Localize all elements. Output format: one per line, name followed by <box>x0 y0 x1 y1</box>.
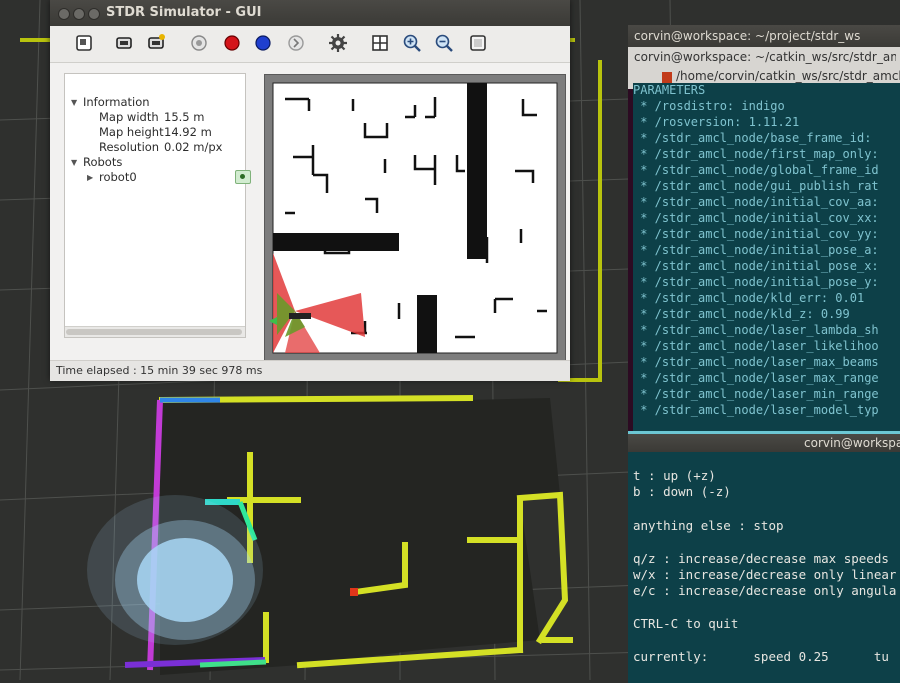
terminal-line: w/x : increase/decrease only linear <box>633 567 897 582</box>
terminal-line: * /stdr_amcl_node/initial_cov_yy: <box>633 227 879 241</box>
add-rfid-button[interactable] <box>187 32 211 54</box>
grid-icon <box>372 35 388 51</box>
terminal2-titlebar[interactable]: corvin@workspace <box>628 434 900 452</box>
tree-robots[interactable]: Robots <box>83 155 122 169</box>
amcl-particle-cloud <box>87 495 263 645</box>
terminal1-title: corvin@workspace: ~/project/stdr_ws <box>634 29 861 43</box>
window-titlebar[interactable]: STDR Simulator - GUI <box>50 0 570 26</box>
tree-information[interactable]: Information <box>83 95 150 109</box>
terminal-window-1[interactable]: corvin@workspace: ~/project/stdr_ws corv… <box>628 25 900 431</box>
terminal2-title: corvin@workspace <box>804 436 900 450</box>
add-thermal-source-button[interactable] <box>251 32 275 54</box>
terminal-line: * /stdr_amcl_node/laser_likelihoo <box>633 339 879 353</box>
terminal-line: CTRL-C to quit <box>633 616 739 631</box>
info-tree[interactable]: ▼ Information Map width 15.5 m Map heigh… <box>64 73 251 338</box>
add-robot-icon <box>116 37 132 49</box>
time-elapsed: Time elapsed : 15 min 39 sec 978 ms <box>56 364 263 377</box>
resolution-value: 0.02 m/px <box>164 140 223 154</box>
add-sound-source-button[interactable] <box>284 32 308 54</box>
terminal-line: t : up (+z) <box>633 468 716 483</box>
terminal-line: * /rosdistro: indigo <box>633 99 785 113</box>
terminal2-output[interactable]: t : up (+z) b : down (-z) anything else … <box>633 452 900 683</box>
terminal-line: * /stdr_amcl_node/kld_err: 0.01 <box>633 291 865 305</box>
load-map-icon <box>76 35 92 51</box>
add-robot-plus-button[interactable] <box>144 32 168 54</box>
zoom-out-button[interactable] <box>432 32 456 54</box>
fit-icon <box>470 35 486 51</box>
terminal-line: * /rosversion: 1.11.21 <box>633 115 800 129</box>
zoom-in-icon <box>403 34 421 52</box>
map-width-value: 15.5 m <box>164 110 205 124</box>
terminal-line: e/c : increase/decrease only angula <box>633 583 897 598</box>
terminal-line: anything else : stop <box>633 518 784 533</box>
terminal1-output[interactable]: PARAMETERS * /rosdistro: indigo * /rosve… <box>633 83 900 431</box>
terminal-line: * /stdr_amcl_node/base_frame_id: <box>633 131 879 145</box>
terminal-line: PARAMETERS <box>633 83 706 97</box>
load-map-button[interactable] <box>72 32 96 54</box>
resolution-label: Resolution <box>99 140 160 154</box>
settings-button[interactable] <box>326 32 350 54</box>
terminal-tab-1[interactable]: corvin@workspace: ~/catkin_ws/src/stdr_a… <box>634 50 896 69</box>
add-sound-icon <box>288 35 304 51</box>
stdr-toolbar <box>50 26 570 63</box>
tree-horizontal-scrollbar[interactable] <box>65 326 245 337</box>
visibility-eye-icon[interactable] <box>235 170 251 184</box>
terminal-line: b : down (-z) <box>633 484 731 499</box>
terminal-line: * /stdr_amcl_node/initial_pose_y: <box>633 275 879 289</box>
terminal-line: currently: speed 0.25 tu <box>633 649 889 664</box>
zoom-in-button[interactable] <box>400 32 424 54</box>
terminal-line: * /stdr_amcl_node/first_map_only: <box>633 147 879 161</box>
terminal-line: * /stdr_amcl_node/initial_pose_a: <box>633 243 879 257</box>
fit-view-button[interactable] <box>466 32 490 54</box>
add-thermal-icon <box>255 35 271 51</box>
terminal-window-2[interactable]: corvin@workspace t : up (+z) b : down (-… <box>628 431 900 683</box>
terminal-line: * /stdr_amcl_node/laser_min_range <box>633 387 879 401</box>
robot0-marker[interactable] <box>289 313 311 319</box>
map-height-value: 14.92 m <box>164 125 212 139</box>
terminal-line: * /stdr_amcl_node/laser_model_typ <box>633 403 879 417</box>
terminal1-titlebar[interactable]: corvin@workspace: ~/project/stdr_ws <box>628 25 900 47</box>
map-width-label: Map width <box>99 110 159 124</box>
terminal-line: * /stdr_amcl_node/laser_lambda_sh <box>633 323 879 337</box>
tree-robot0[interactable]: robot0 <box>99 170 137 184</box>
minimize-window-button[interactable] <box>73 8 85 20</box>
stdr-map-canvas[interactable] <box>265 75 565 361</box>
add-co2-icon <box>224 35 240 51</box>
maximize-window-button[interactable] <box>88 8 100 20</box>
terminal-line: * /stdr_amcl_node/gui_publish_rat <box>633 179 879 193</box>
terminal-line: * /stdr_amcl_node/laser_max_beams <box>633 355 879 369</box>
window-title: STDR Simulator - GUI <box>106 5 262 20</box>
terminal-line: * /stdr_amcl_node/kld_z: 0.99 <box>633 307 850 321</box>
terminal-line: * /stdr_amcl_node/initial_pose_x: <box>633 259 879 273</box>
status-bar: Time elapsed : 15 min 39 sec 978 ms <box>50 360 570 381</box>
close-window-button[interactable] <box>58 8 70 20</box>
expand-robots-icon[interactable]: ▼ <box>71 158 77 167</box>
expand-information-icon[interactable]: ▼ <box>71 98 77 107</box>
terminal-line: * /stdr_amcl_node/initial_cov_aa: <box>633 195 879 209</box>
zoom-out-icon <box>435 34 453 52</box>
add-robot-plus-icon <box>148 34 165 49</box>
terminal-line: q/z : increase/decrease max speeds <box>633 551 889 566</box>
add-co2-source-button[interactable] <box>220 32 244 54</box>
terminal-line: * /stdr_amcl_node/global_frame_id <box>633 163 879 177</box>
scrollbar-thumb[interactable] <box>66 329 242 335</box>
grid-button[interactable] <box>368 32 392 54</box>
terminal-line: * /stdr_amcl_node/initial_cov_xx: <box>633 211 879 225</box>
stdr-gui-window[interactable]: STDR Simulator - GUI ▼ Information Map w… <box>50 0 570 381</box>
expand-robot0-icon[interactable]: ▶ <box>87 173 93 182</box>
add-robot-button[interactable] <box>112 32 136 54</box>
stdr-map-view[interactable] <box>264 74 566 362</box>
map-height-label: Map height <box>99 125 164 139</box>
terminal-line: * /stdr_amcl_node/laser_max_range <box>633 371 879 385</box>
add-rfid-icon <box>191 35 207 51</box>
settings-icon <box>329 34 347 52</box>
